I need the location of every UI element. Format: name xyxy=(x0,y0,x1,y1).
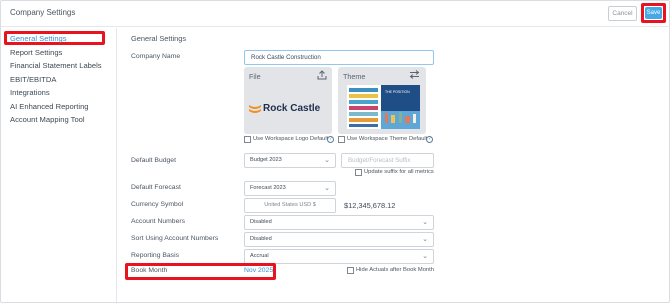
sort-account-numbers-select[interactable]: Disabled ⌄ xyxy=(244,232,434,247)
sort-account-numbers-label: Sort Using Account Numbers xyxy=(131,235,219,242)
sidebar-item-ebit-ebitda[interactable]: EBIT/EBITDA xyxy=(10,75,56,84)
theme-thumbnail: THE POSITION xyxy=(347,85,420,129)
chevron-down-icon: ⌄ xyxy=(422,219,428,226)
sidebar-item-integrations[interactable]: Integrations xyxy=(10,88,50,97)
reporting-basis-value: Accrual xyxy=(250,253,269,259)
chevron-down-icon: ⌄ xyxy=(422,253,428,260)
sidebar-divider xyxy=(116,28,117,304)
cancel-button[interactable]: Cancel xyxy=(608,6,637,21)
budget-suffix-input[interactable]: Budget/Forecast Suffix xyxy=(341,153,434,168)
update-suffix-checkbox[interactable] xyxy=(355,169,362,176)
reporting-basis-select[interactable]: Accrual ⌄ xyxy=(244,249,434,264)
chevron-down-icon: ⌄ xyxy=(324,185,330,192)
default-budget-label: Default Budget xyxy=(131,157,176,164)
use-logo-default-label: Use Workspace Logo Default xyxy=(253,136,329,142)
reporting-basis-label: Reporting Basis xyxy=(131,252,179,259)
logo-file-card[interactable]: File Rock Castle xyxy=(244,67,332,134)
default-budget-value: Budget 2023 xyxy=(250,157,282,163)
book-month-label: Book Month xyxy=(131,267,168,274)
swap-arrows-icon[interactable] xyxy=(409,70,420,81)
book-month-value[interactable]: Nov 2025 xyxy=(244,267,273,274)
default-forecast-value: Forecast 2023 xyxy=(250,185,286,191)
page-title: Company Settings xyxy=(10,8,76,17)
save-button[interactable]: Save xyxy=(645,7,662,19)
theme-thumbnail-caption: THE POSITION xyxy=(385,90,410,94)
currency-symbol-label: Currency Symbol xyxy=(131,201,184,208)
default-budget-select[interactable]: Budget 2023 ⌄ xyxy=(244,153,336,168)
upload-icon[interactable] xyxy=(317,70,327,82)
use-theme-default-checkbox[interactable] xyxy=(338,136,345,143)
settings-window: Company Settings Cancel Save General Set… xyxy=(0,0,670,304)
sidebar-item-general-settings[interactable]: General Settings xyxy=(10,34,67,43)
file-card-title: File xyxy=(249,72,261,81)
use-theme-default-label: Use Workspace Theme Default xyxy=(347,136,428,142)
sidebar-item-ai-enhanced-reporting[interactable]: AI Enhanced Reporting xyxy=(10,102,89,111)
help-icon[interactable]: ? xyxy=(327,136,334,143)
company-logo: Rock Castle xyxy=(249,100,320,118)
help-icon[interactable]: ? xyxy=(426,136,433,143)
chevron-down-icon: ⌄ xyxy=(324,157,330,164)
currency-example: $12,345,678.12 xyxy=(344,201,396,210)
hide-actuals-checkbox[interactable] xyxy=(347,267,354,274)
logo-text: Rock Castle xyxy=(263,103,321,115)
account-numbers-select[interactable]: Disabled ⌄ xyxy=(244,215,434,230)
sort-account-numbers-value: Disabled xyxy=(250,236,272,242)
section-title: General Settings xyxy=(131,34,187,43)
hide-actuals-label: Hide Actuals after Book Month xyxy=(356,267,434,273)
rock-castle-logo-mark xyxy=(249,105,261,114)
default-forecast-label: Default Forecast xyxy=(131,184,181,191)
company-name-label: Company Name xyxy=(131,53,181,60)
sidebar-item-report-settings[interactable]: Report Settings xyxy=(10,48,62,57)
currency-symbol-select[interactable]: United States USD $ xyxy=(244,198,336,213)
update-suffix-label: Update suffix for all metrics xyxy=(364,169,434,175)
chevron-down-icon: ⌄ xyxy=(422,236,428,243)
sidebar-item-account-mapping-tool[interactable]: Account Mapping Tool xyxy=(10,115,85,124)
theme-card-title: Theme xyxy=(343,72,366,81)
header-bar: Company Settings Cancel Save xyxy=(1,1,670,27)
account-numbers-label: Account Numbers xyxy=(131,218,186,225)
use-logo-default-checkbox[interactable] xyxy=(244,136,251,143)
sidebar-item-financial-statement-labels[interactable]: Financial Statement Labels xyxy=(10,61,102,70)
save-highlight: Save xyxy=(641,3,666,23)
account-numbers-value: Disabled xyxy=(250,219,272,225)
company-name-input[interactable]: Rock Castle Construction xyxy=(244,50,434,65)
default-forecast-select[interactable]: Forecast 2023 ⌄ xyxy=(244,181,336,196)
theme-card[interactable]: Theme THE POSITION xyxy=(338,67,426,134)
